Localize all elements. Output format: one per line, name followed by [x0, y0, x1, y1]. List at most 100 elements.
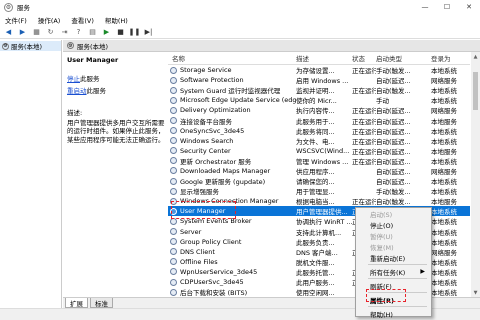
menu-file[interactable]: 文件(F) — [5, 15, 27, 25]
close-button[interactable]: ✕ — [458, 0, 480, 14]
table-row[interactable]: 更新 Orchestrator 服务 管理 Windows ... 正在运行 自动(延… — [168, 156, 470, 166]
ctx-help[interactable]: 帮助(H) — [356, 308, 431, 319]
menu-bar: 文件(F) 操作(A) 查看(V) 帮助(H) — [0, 14, 480, 25]
restart-service-link[interactable]: 重启动 — [67, 87, 87, 95]
service-gear-icon — [170, 228, 177, 236]
start-icon[interactable]: ▶ — [101, 27, 112, 37]
column-name[interactable]: 名称 — [168, 53, 296, 63]
service-gear-icon — [170, 117, 177, 125]
service-name: System Guard 运行时监视器代理 — [180, 87, 281, 96]
help-icon[interactable]: ? — [73, 27, 84, 37]
service-gear-icon — [170, 288, 177, 296]
refresh-icon[interactable]: ↻ — [45, 27, 56, 37]
service-logon-as: 本地系统 — [431, 178, 457, 187]
back-icon[interactable]: ◀ — [3, 27, 14, 37]
stop-service-link[interactable]: 停止 — [67, 75, 80, 83]
service-gear-icon — [170, 177, 177, 185]
tab-extended[interactable]: 扩展 — [65, 298, 88, 308]
selected-service-name: User Manager — [67, 56, 119, 64]
tab-standard[interactable]: 标准 — [90, 298, 113, 308]
menu-view[interactable]: 查看(V) — [71, 15, 94, 25]
service-name: Security Center — [180, 146, 231, 155]
service-status: 正在运行 — [352, 87, 376, 96]
scroll-up-icon[interactable]: ▲ — [471, 52, 480, 61]
export-icon[interactable]: ⇥ — [59, 27, 70, 37]
restart-icon[interactable]: ▶| — [143, 27, 154, 37]
service-name-cell: System Guard 运行时监视器代理 — [168, 85, 296, 95]
service-gear-icon — [170, 217, 177, 225]
service-logon-as: 本地系统 — [431, 157, 457, 166]
ctx-resume-label: 恢复(M) — [370, 243, 394, 252]
ctx-start[interactable]: 启动(S) — [356, 208, 431, 219]
ctx-all-tasks[interactable]: 所有任务(K) ▶ — [356, 266, 431, 277]
table-row[interactable]: Storage Service 为存储设置... 正在运行 手动(触发... 本地系统 — [168, 65, 470, 75]
menu-separator — [368, 264, 427, 265]
service-description: 使用空闲网... — [296, 289, 335, 297]
title-bar: ⚙ 服务 — ☐ ✕ — [0, 0, 480, 14]
menu-help[interactable]: 帮助(H) — [105, 15, 128, 25]
service-name-cell: Security Center — [168, 147, 296, 155]
service-logon-as: 本地系统 — [431, 67, 457, 76]
vertical-scrollbar[interactable]: ▲ ▼ — [471, 52, 480, 297]
stop-action: 停止此服务 — [67, 73, 163, 83]
table-row[interactable]: Software Protection 启用 Windows ... 自动(延迟..… — [168, 75, 470, 85]
properties-icon[interactable]: ▤ — [87, 27, 98, 37]
service-status: 正在运行 — [352, 107, 376, 116]
tree-pane: ⚙ 服务(本地) — [0, 40, 62, 308]
table-row[interactable]: Google 更新服务 (gupdate) 请确保您的... 自动(延迟... 本地系… — [168, 176, 470, 186]
pause-icon[interactable]: ❚❚ — [129, 27, 141, 37]
service-startup-type: 自动(触发... — [376, 87, 411, 96]
table-row[interactable]: Microsoft Edge Update Service (edgeupdat… — [168, 95, 470, 105]
table-row[interactable]: OneSyncSvc_3de45 此服务将同... 正在运行 自动(延迟... 本地系统 — [168, 126, 470, 136]
service-description: 监视并证明... — [296, 87, 335, 96]
column-startup-type[interactable]: 启动类型 — [376, 53, 431, 63]
service-name-cell: Microsoft Edge Update Service (edgeupdat… — [168, 96, 296, 104]
restart-action: 重启动此服务 — [67, 85, 163, 95]
services-gear-icon: ⚙ — [2, 42, 9, 50]
scroll-down-icon[interactable]: ▼ — [471, 288, 480, 297]
column-logon-as[interactable]: 登录为 — [431, 53, 470, 63]
service-logon-as: 网络服务 — [431, 167, 457, 176]
service-name-cell: 更新 Orchestrator 服务 — [168, 156, 296, 166]
tree-node-label: 服务(本地) — [11, 43, 43, 51]
table-row[interactable]: 显示增强服务 用于管理显... 手动(触发... 本地系统 — [168, 186, 470, 196]
ctx-stop[interactable]: 停止(O) — [356, 219, 431, 230]
service-name-cell: 连接设备平台服务 — [168, 116, 296, 126]
submenu-arrow-icon: ▶ — [420, 268, 425, 275]
column-status[interactable]: 状态 — [352, 53, 376, 63]
service-startup-type: 自动(延迟... — [376, 178, 411, 187]
table-row[interactable]: Security Center WSCSVC(Wind... 正在运行 自动(延迟..… — [168, 146, 470, 156]
forward-icon[interactable]: ▶ — [17, 27, 28, 37]
menu-separator — [368, 278, 427, 279]
minimize-button[interactable]: — — [414, 0, 436, 14]
table-row[interactable]: Downloaded Maps Manager 供应用程序... 自动(延迟... 网… — [168, 166, 470, 176]
stop-icon[interactable]: ■ — [115, 27, 126, 37]
main-header: ⚙ 服务(本地) — [63, 40, 480, 52]
table-row[interactable]: Delivery Optimization 执行内容传... 正在运行 自动(延迟..… — [168, 105, 470, 115]
ctx-resume[interactable]: 恢复(M) — [356, 241, 431, 252]
service-description: 供应用程序... — [296, 167, 335, 176]
table-row[interactable]: Windows Search 为文件、电... 正在运行 自动(延迟... 本地系统 — [168, 136, 470, 146]
table-row[interactable]: 连接设备平台服务 此服务用于... 正在运行 自动(延迟... 本地服务 — [168, 115, 470, 126]
service-logon-as: 本地系统 — [431, 127, 457, 136]
service-startup-type: 自动(延迟... — [376, 147, 411, 156]
maximize-button[interactable]: ☐ — [436, 0, 458, 14]
service-name-cell: Offline Files — [168, 258, 296, 266]
ctx-restart[interactable]: 重新启动(E) — [356, 252, 431, 263]
ctx-all-tasks-label: 所有任务(K) — [370, 268, 406, 277]
service-name-cell: Server — [168, 228, 296, 236]
service-gear-icon — [170, 278, 177, 286]
service-name-cell: Downloaded Maps Manager — [168, 167, 296, 175]
service-logon-as: 本地系统 — [431, 188, 457, 197]
service-gear-icon — [170, 147, 177, 155]
service-status: 正在运行 — [352, 198, 376, 207]
table-row[interactable]: System Guard 运行时监视器代理 监视并证明... 正在运行 自动(触发..… — [168, 85, 470, 95]
menu-action[interactable]: 操作(A) — [38, 15, 61, 25]
column-description[interactable]: 描述 — [296, 53, 352, 63]
service-name-cell: Storage Service — [168, 66, 296, 74]
scrollbar-thumb[interactable] — [473, 72, 478, 110]
ctx-pause[interactable]: 暂停(U) — [356, 230, 431, 241]
service-description: 此用户服务... — [296, 279, 335, 288]
tree-node-services-local[interactable]: ⚙ 服务(本地) — [0, 41, 61, 51]
show-tree-icon[interactable]: ▦ — [31, 27, 42, 37]
